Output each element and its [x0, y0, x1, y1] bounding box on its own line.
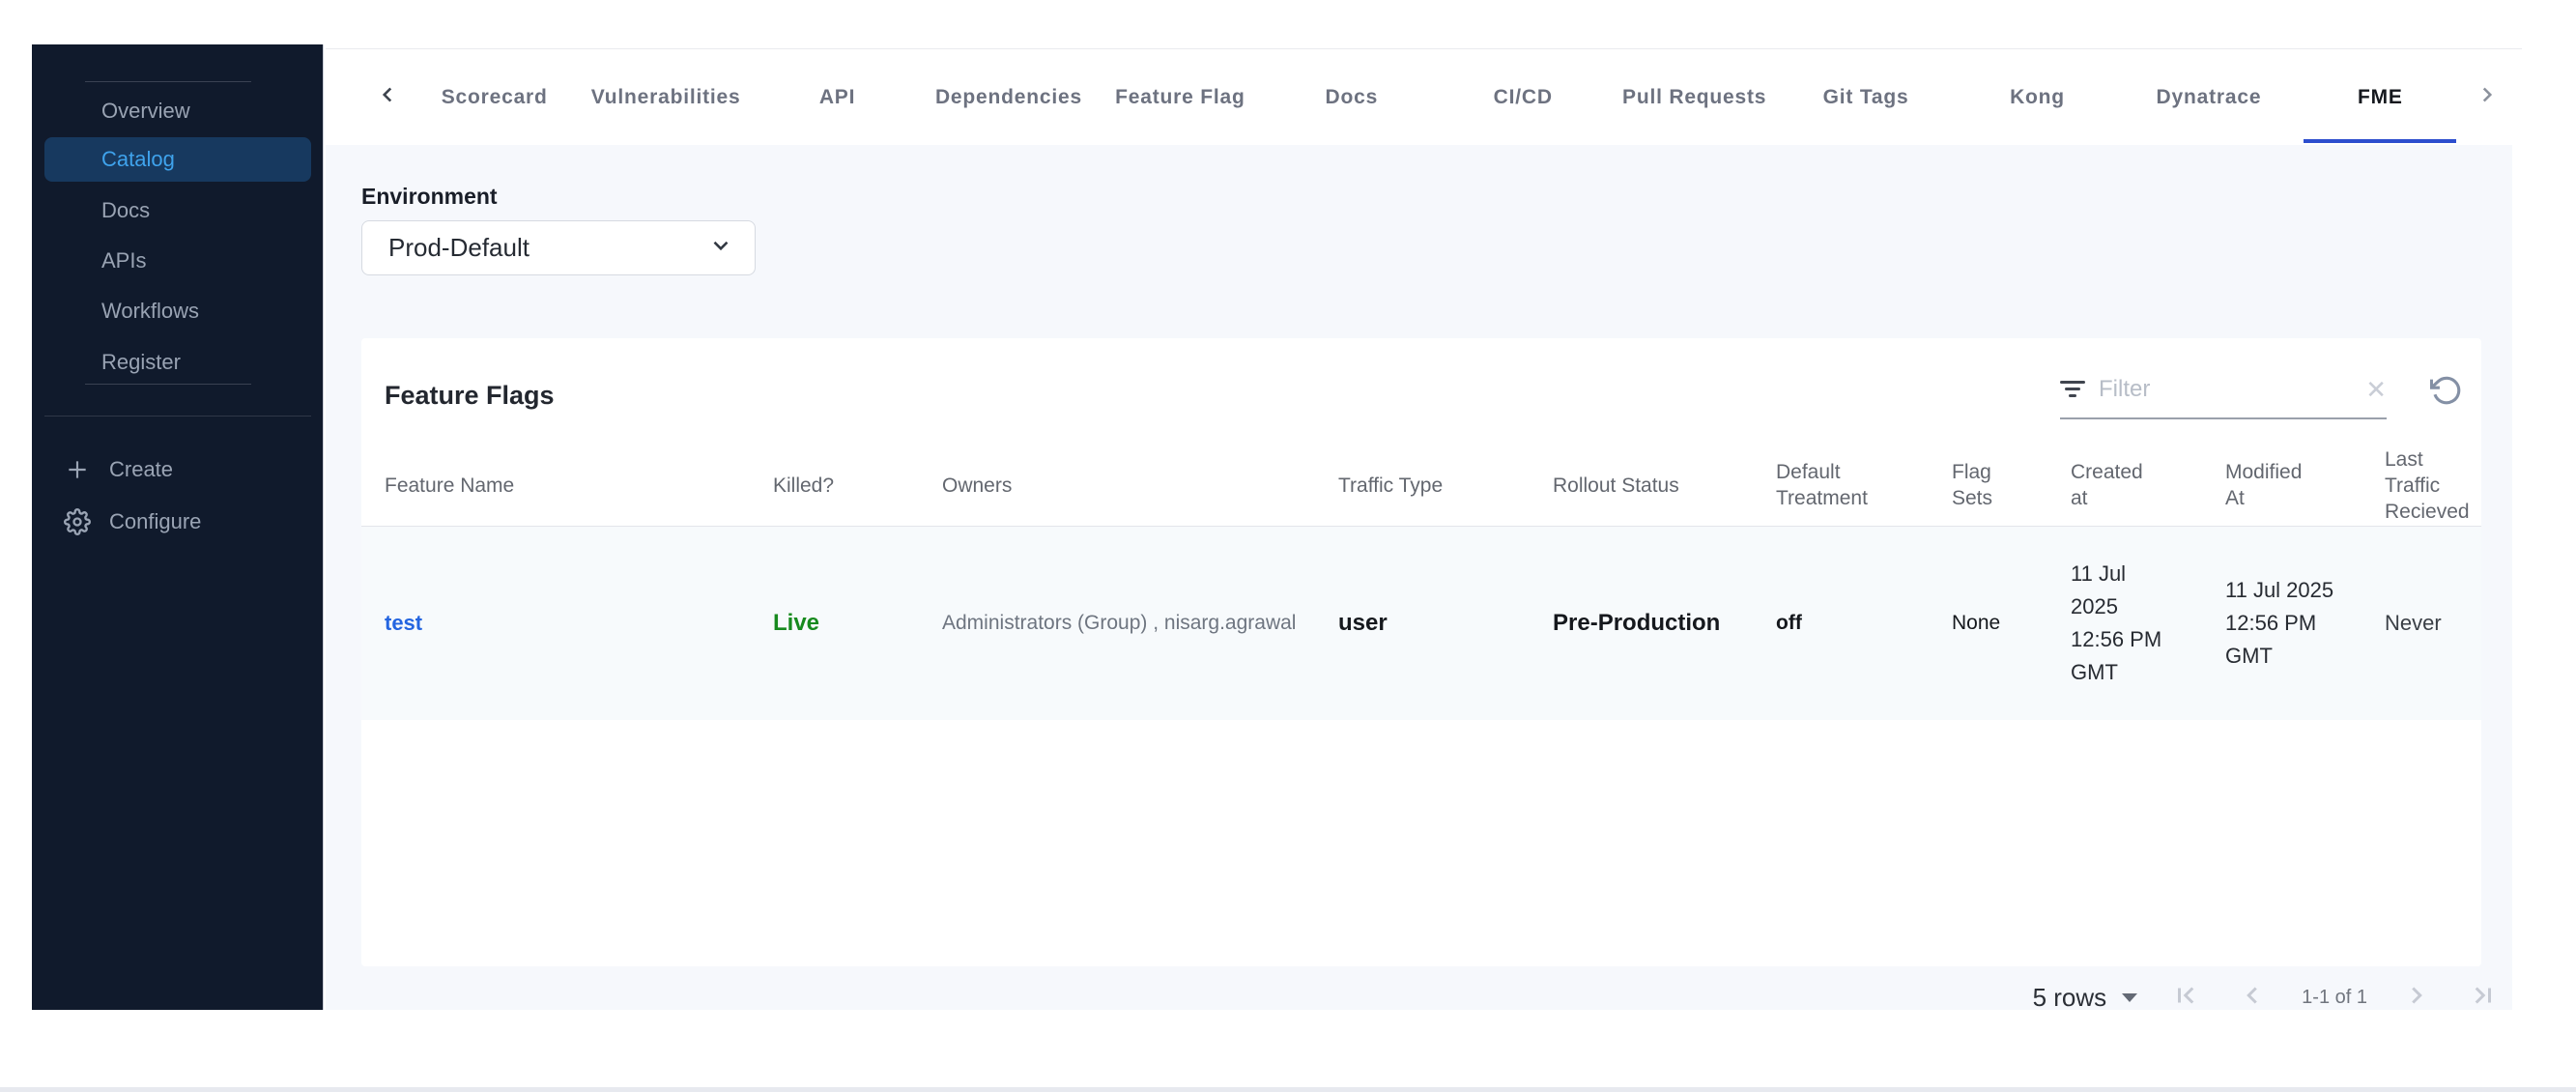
column-header-last-traffic-recieved: Last Traffic Recieved [2385, 447, 2470, 523]
filter-field: ✕ [2060, 369, 2387, 419]
column-header-rollout-status: Rollout Status [1553, 474, 1679, 497]
tab-vulnerabilities[interactable]: Vulnerabilities [580, 49, 751, 145]
table-row[interactable]: test Live Administrators (Group) , nisar… [361, 527, 2481, 720]
environment-label: Environment [361, 184, 498, 209]
last-page-button[interactable] [2466, 981, 2499, 1014]
entity-tab-bar: Scorecard Vulnerabilities API Dependenci… [326, 48, 2522, 145]
column-header-created-at: Created at [2071, 461, 2143, 509]
filter-icon [2060, 380, 2085, 399]
chevron-left-icon [2238, 981, 2267, 1015]
sidebar-item-catalog[interactable]: Catalog [44, 137, 311, 182]
gear-icon [63, 507, 92, 536]
feature-flags-title: Feature Flags [385, 381, 555, 410]
tab-git-tags[interactable]: Git Tags [1780, 49, 1951, 145]
bottom-edge-bar [0, 1087, 2576, 1092]
column-header-owners: Owners [942, 474, 1013, 497]
tab-cicd[interactable]: CI/CD [1438, 49, 1609, 145]
tab-docs[interactable]: Docs [1266, 49, 1437, 145]
cell-flag-sets: None [1952, 612, 2001, 634]
sidebar-divider [44, 416, 311, 417]
chevron-right-icon [2402, 981, 2431, 1015]
sidebar-item-register[interactable]: Register [44, 340, 311, 385]
tab-api[interactable]: API [752, 49, 923, 145]
chevron-left-icon [375, 82, 400, 112]
first-page-button[interactable] [2170, 981, 2203, 1014]
main-content: Environment Prod-Default Feature Flags ✕… [326, 145, 2512, 1012]
sidebar-item-workflows[interactable]: Workflows [44, 289, 311, 333]
tab-pull-requests[interactable]: Pull Requests [1609, 49, 1780, 145]
column-header-default-treatment: Default Treatment [1776, 461, 1868, 509]
column-header-flag-sets: Flag Sets [1952, 461, 1993, 509]
next-page-button[interactable] [2400, 981, 2433, 1014]
cell-killed-status: Live [773, 610, 820, 636]
previous-page-button[interactable] [2236, 981, 2269, 1014]
sidebar-configure-button[interactable]: Configure [44, 500, 311, 544]
sidebar-divider [85, 384, 251, 385]
cell-feature-name-link[interactable]: test [385, 611, 773, 636]
column-header-feature-name: Feature Name [385, 474, 515, 497]
cell-owners: Administrators (Group) , nisarg.agrawal [942, 612, 1297, 634]
refresh-icon [2429, 374, 2463, 412]
table-pagination: 5 rows 1-1 of 1 [2033, 972, 2499, 1022]
cell-traffic-type: user [1338, 610, 1388, 636]
create-label: Create [109, 457, 174, 481]
clear-filter-icon[interactable]: ✕ [2365, 377, 2387, 402]
rows-per-page-select[interactable]: 5 rows [2033, 983, 2138, 1013]
tabs-scroll-forward-button[interactable] [2466, 49, 2508, 145]
cell-modified-at: 11 Jul 2025 12:56 PM GMT [2225, 578, 2334, 668]
tab-dependencies[interactable]: Dependencies [923, 49, 1094, 145]
sidebar: Overview Catalog Docs APIs Workflows Reg… [32, 44, 324, 1010]
page-range-label: 1-1 of 1 [2302, 986, 2367, 1008]
sidebar-item-overview[interactable]: Overview [44, 89, 311, 133]
cell-rollout-status: Pre-Production [1553, 610, 1721, 636]
cell-created-at: 11 Jul 2025 12:56 PM GMT [2071, 561, 2162, 684]
feature-flags-card: Feature Flags ✕ Feature Name Killed? Own… [361, 338, 2481, 966]
tab-feature-flag[interactable]: Feature Flag [1095, 49, 1266, 145]
tab-dynatrace[interactable]: Dynatrace [2123, 49, 2294, 145]
cell-last-traffic-recieved: Never [2385, 611, 2442, 635]
sidebar-item-apis[interactable]: APIs [44, 239, 311, 283]
tab-kong[interactable]: Kong [1952, 49, 2123, 145]
configure-label: Configure [109, 509, 202, 533]
rows-per-page-value: 5 rows [2032, 982, 2107, 1012]
table-header-row: Feature Name Killed? Owners Traffic Type… [361, 445, 2481, 527]
environment-select[interactable]: Prod-Default [361, 220, 756, 275]
column-header-killed: Killed? [773, 474, 835, 497]
chevron-right-icon [2475, 82, 2500, 112]
cell-default-treatment: off [1776, 612, 1802, 634]
first-page-icon [2172, 981, 2201, 1015]
plus-icon [63, 455, 92, 484]
column-header-modified-at: Modified At [2225, 461, 2303, 509]
chevron-down-icon [708, 233, 733, 263]
tab-scorecard[interactable]: Scorecard [409, 49, 580, 145]
caret-down-icon [2122, 992, 2138, 1002]
filter-input[interactable] [2099, 376, 2353, 403]
tabs-scroll-back-button[interactable] [366, 49, 409, 145]
tab-fme[interactable]: FME [2295, 49, 2466, 145]
last-page-icon [2468, 981, 2497, 1015]
sidebar-item-docs[interactable]: Docs [44, 188, 311, 233]
environment-selected-value: Prod-Default [388, 233, 530, 262]
sidebar-divider [85, 81, 251, 82]
column-header-traffic-type: Traffic Type [1338, 474, 1444, 497]
refresh-button[interactable] [2425, 371, 2468, 414]
sidebar-create-button[interactable]: Create [44, 447, 311, 492]
